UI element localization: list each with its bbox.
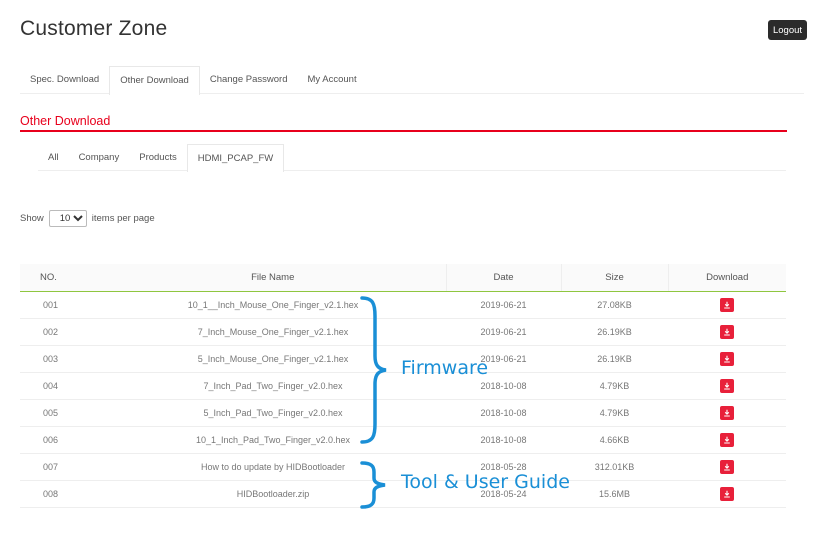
row-size: 27.08KB xyxy=(561,291,668,319)
section-title: Other Download xyxy=(20,114,111,128)
download-button[interactable] xyxy=(720,486,734,501)
col-header-size: Size xyxy=(560,264,668,292)
row-file-name: 7_Inch_Mouse_One_Finger_v2.1.hex xyxy=(100,318,446,346)
main-nav: Spec. Download Other Download Change Pas… xyxy=(20,66,804,95)
row-no: 005 xyxy=(20,399,100,427)
download-button[interactable] xyxy=(720,405,734,420)
download-icon xyxy=(724,436,730,444)
row-file-name: How to do update by HIDBootloader xyxy=(100,453,446,481)
page-title: Customer Zone xyxy=(20,17,168,40)
row-size: 4.66KB xyxy=(561,426,668,454)
row-download-cell xyxy=(668,318,786,346)
row-no: 006 xyxy=(20,426,100,454)
row-size: 4.79KB xyxy=(561,399,668,427)
download-button[interactable] xyxy=(720,432,734,447)
row-file-name: 5_Inch_Mouse_One_Finger_v2.1.hex xyxy=(100,345,446,373)
section-divider xyxy=(20,130,787,132)
table-row: 005 5_Inch_Pad_Two_Finger_v2.0.hex 2018-… xyxy=(20,399,786,427)
row-date: 2019-06-21 xyxy=(446,318,561,346)
row-size: 26.19KB xyxy=(561,345,668,373)
row-date: 2018-10-08 xyxy=(446,426,561,454)
table-row: 001 10_1__Inch_Mouse_One_Finger_v2.1.hex… xyxy=(20,291,786,319)
filter-company[interactable]: Company xyxy=(69,144,130,171)
row-file-name: HIDBootloader.zip xyxy=(100,480,446,508)
row-download-cell xyxy=(668,345,786,373)
show-label: Show xyxy=(20,213,44,224)
row-no: 002 xyxy=(20,318,100,346)
category-filters: All Company Products HDMI_PCAP_FW xyxy=(38,144,786,172)
col-header-no: NO. xyxy=(20,264,100,292)
firmware-brace xyxy=(360,296,387,444)
download-icon xyxy=(724,301,730,309)
row-size: 26.19KB xyxy=(561,318,668,346)
row-file-name: 10_1__Inch_Mouse_One_Finger_v2.1.hex xyxy=(100,291,446,319)
download-button[interactable] xyxy=(720,378,734,393)
tab-my-account[interactable]: My Account xyxy=(297,66,366,94)
row-date: 2019-06-21 xyxy=(446,291,561,319)
row-size: 4.79KB xyxy=(561,372,668,400)
download-button[interactable] xyxy=(720,297,734,312)
row-download-cell xyxy=(668,399,786,427)
row-download-cell xyxy=(668,372,786,400)
table-header-row: NO. File Name Date Size Download xyxy=(20,264,786,292)
row-no: 003 xyxy=(20,345,100,373)
per-page-suffix: items per page xyxy=(91,213,155,224)
row-no: 001 xyxy=(20,291,100,319)
row-file-name: 5_Inch_Pad_Two_Finger_v2.0.hex xyxy=(100,399,446,427)
tab-spec-download[interactable]: Spec. Download xyxy=(20,66,109,94)
row-download-cell xyxy=(668,291,786,319)
row-download-cell xyxy=(668,453,786,481)
tab-other-download[interactable]: Other Download xyxy=(109,66,200,95)
logout-button[interactable]: Logout xyxy=(768,20,807,40)
row-no: 004 xyxy=(20,372,100,400)
table-row: 006 10_1_Inch_Pad_Two_Finger_v2.0.hex 20… xyxy=(20,426,786,454)
download-icon xyxy=(724,409,730,417)
per-page-control: Show 10 items per page xyxy=(20,210,155,227)
row-date: 2018-10-08 xyxy=(446,399,561,427)
download-button[interactable] xyxy=(720,459,734,474)
filter-all[interactable]: All xyxy=(38,144,69,171)
download-icon xyxy=(724,490,730,498)
tool-guide-annotation: Tool & User Guide xyxy=(401,471,570,493)
download-icon xyxy=(724,463,730,471)
row-size: 312.01KB xyxy=(561,453,668,481)
filter-hdmi-pcap-fw[interactable]: HDMI_PCAP_FW xyxy=(186,144,285,172)
download-icon xyxy=(724,355,730,363)
tab-change-password[interactable]: Change Password xyxy=(200,66,298,94)
download-icon xyxy=(724,382,730,390)
row-no: 008 xyxy=(20,480,100,508)
firmware-annotation: Firmware xyxy=(401,357,489,379)
tool-guide-brace xyxy=(360,461,386,509)
download-icon xyxy=(724,328,730,336)
row-download-cell xyxy=(668,480,786,508)
row-no: 007 xyxy=(20,453,100,481)
row-size: 15.6MB xyxy=(561,480,668,508)
per-page-select[interactable]: 10 xyxy=(48,210,87,227)
download-button[interactable] xyxy=(720,351,734,366)
row-file-name: 7_Inch_Pad_Two_Finger_v2.0.hex xyxy=(100,372,446,400)
row-file-name: 10_1_Inch_Pad_Two_Finger_v2.0.hex xyxy=(100,426,446,454)
filter-products[interactable]: Products xyxy=(129,144,187,171)
row-download-cell xyxy=(668,426,786,454)
col-header-download: Download xyxy=(667,264,786,292)
col-header-date: Date xyxy=(445,264,561,292)
col-header-file-name: File Name xyxy=(100,264,446,292)
table-row: 002 7_Inch_Mouse_One_Finger_v2.1.hex 201… xyxy=(20,318,786,346)
download-button[interactable] xyxy=(720,324,734,339)
